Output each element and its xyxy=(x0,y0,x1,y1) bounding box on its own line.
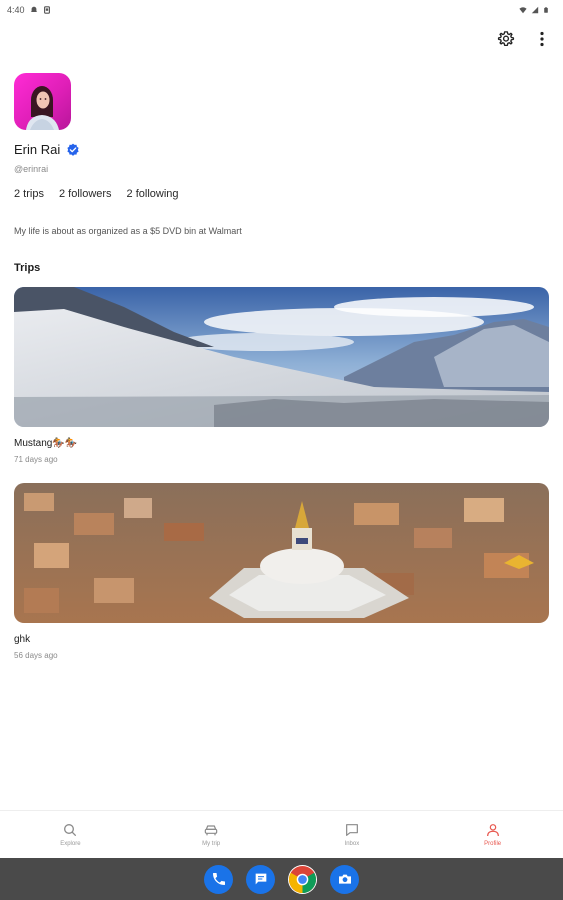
nav-item-profile[interactable]: Profile xyxy=(422,811,563,858)
nav-item-my-trip[interactable]: My trip xyxy=(141,811,282,858)
status-time: 4:40 xyxy=(7,5,25,15)
top-actions xyxy=(495,28,553,50)
nav-item-inbox[interactable]: Inbox xyxy=(282,811,423,858)
stat-following[interactable]: 2 following xyxy=(127,188,179,200)
profile-bio: My life is about as organized as a $5 DV… xyxy=(14,226,242,236)
camera-app-icon[interactable] xyxy=(330,864,359,894)
nav-item-explore[interactable]: Explore xyxy=(0,811,141,858)
stat-trips[interactable]: 2 trips xyxy=(14,188,44,200)
stat-followers[interactable]: 2 followers xyxy=(59,188,112,200)
snowy-mountain-landscape xyxy=(14,287,549,427)
bottom-nav: Explore My trip Inbox Profile xyxy=(0,810,563,858)
trip-card-mustang[interactable]: Mustang🏇🏇 71 days ago xyxy=(14,287,549,464)
trip-name: Mustang🏇🏇 xyxy=(14,438,78,449)
messages-app-icon[interactable] xyxy=(246,864,275,894)
verified-badge-icon xyxy=(67,143,79,156)
trip-name: ghk xyxy=(14,634,31,645)
app-dock xyxy=(0,858,563,900)
settings-gear-icon[interactable] xyxy=(495,28,517,50)
profile-handle: @erinrai xyxy=(14,164,49,174)
battery-icon xyxy=(544,7,548,13)
stupa-city-aerial xyxy=(14,483,549,623)
chat-icon xyxy=(345,824,358,836)
more-vertical-icon[interactable] xyxy=(531,28,553,50)
trip-date: 56 days ago xyxy=(14,651,58,660)
trip-image-stupa-city[interactable] xyxy=(14,483,549,623)
profile-name-row: Erin Rai xyxy=(14,142,80,157)
nav-label-inbox: Inbox xyxy=(344,841,360,847)
nav-label-my-trip: My trip xyxy=(202,841,221,847)
notification-icon xyxy=(30,6,37,12)
profile-stats: 2 trips 2 followers 2 following xyxy=(14,188,179,200)
wifi-icon xyxy=(519,7,527,14)
status-bar: 4:40 xyxy=(0,0,563,20)
profile-name: Erin Rai xyxy=(14,142,61,157)
person-icon xyxy=(486,824,499,837)
nav-label-profile: Profile xyxy=(484,841,502,847)
car-icon xyxy=(204,825,218,836)
trip-image-snowy-mountain[interactable] xyxy=(14,287,549,427)
avatar[interactable] xyxy=(14,73,71,130)
signal-icon xyxy=(531,6,539,14)
trip-card-ghk[interactable]: ghk 56 days ago xyxy=(14,483,549,660)
avatar-portrait-illustration xyxy=(26,86,59,130)
search-icon xyxy=(64,824,77,836)
status-left: 4:40 xyxy=(7,5,51,15)
trips-section-title: Trips xyxy=(14,262,41,274)
chrome-app-icon[interactable] xyxy=(288,864,317,894)
phone-app-icon[interactable] xyxy=(204,864,233,894)
trip-date: 71 days ago xyxy=(14,455,58,464)
screenshot-icon xyxy=(43,6,50,14)
status-right xyxy=(519,6,549,14)
nav-label-explore: Explore xyxy=(60,841,81,847)
